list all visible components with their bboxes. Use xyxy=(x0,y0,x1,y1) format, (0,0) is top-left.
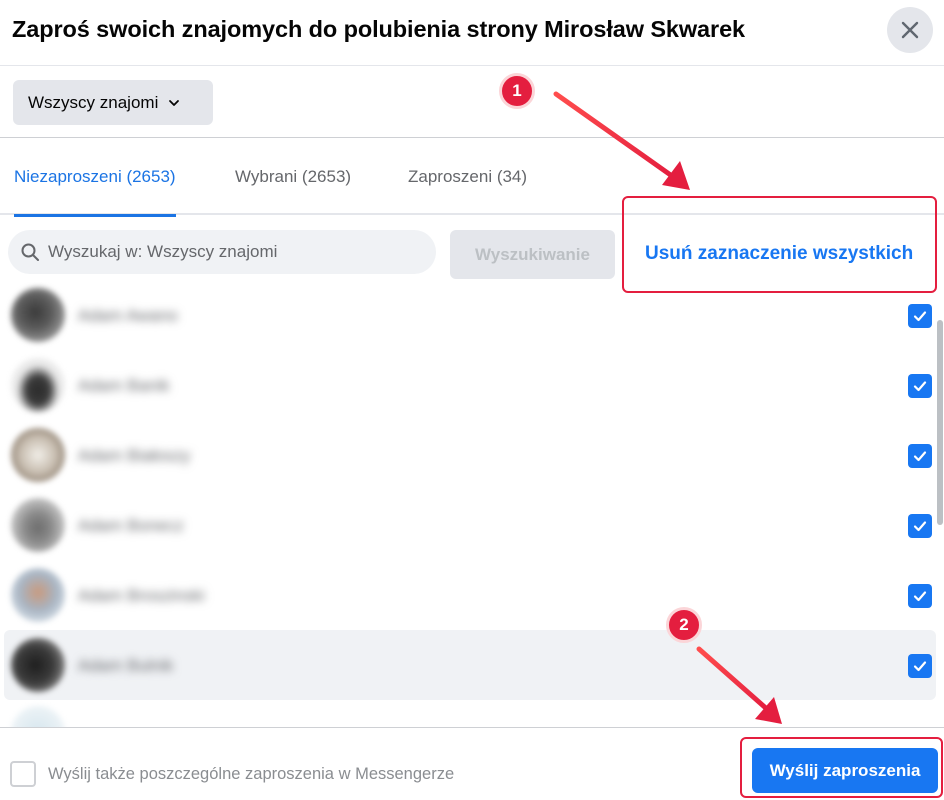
friend-checkbox[interactable] xyxy=(908,374,932,398)
friend-checkbox[interactable] xyxy=(908,514,932,538)
friend-name: Adam Białoszy xyxy=(78,446,191,465)
chevron-down-icon xyxy=(167,96,181,110)
annotation-badge-2: 2 xyxy=(666,607,702,643)
list-item[interactable]: Adam Białoszy xyxy=(0,422,936,492)
friends-list: Adam Awano Adam Banik Adam Białoszy Adam… xyxy=(0,282,944,727)
checkmark-icon xyxy=(912,308,928,324)
avatar xyxy=(11,498,65,552)
avatar xyxy=(11,288,65,342)
friends-filter-dropdown[interactable]: Wszyscy znajomi xyxy=(13,80,213,125)
close-button[interactable] xyxy=(887,7,933,53)
search-icon xyxy=(20,242,40,262)
checkmark-icon xyxy=(912,588,928,604)
close-icon xyxy=(899,19,921,41)
friend-name: Adam Bulnik xyxy=(78,656,174,675)
checkmark-icon xyxy=(912,518,928,534)
send-invites-button[interactable]: Wyślij zaproszenia xyxy=(752,748,938,793)
list-item[interactable]: Adam Banik xyxy=(0,352,936,422)
friend-name: Adam Banik xyxy=(78,376,170,395)
avatar xyxy=(11,638,65,692)
messenger-checkbox[interactable] xyxy=(10,761,36,787)
checkmark-icon xyxy=(912,378,928,394)
checkmark-icon xyxy=(912,448,928,464)
filter-row: Wszyscy znajomi xyxy=(0,66,944,138)
tab-not-invited[interactable]: Niezaproszeni (2653) xyxy=(14,138,176,217)
friend-name: Adam Bonecz xyxy=(78,516,184,535)
list-item[interactable]: Adam Bonecz xyxy=(0,492,936,562)
dialog-header: Zaproś swoich znajomych do polubienia st… xyxy=(0,0,944,66)
search-bar[interactable] xyxy=(8,230,436,274)
list-item[interactable]: Adam Awano xyxy=(0,282,936,352)
avatar xyxy=(11,358,65,412)
dialog-title: Zaproś swoich znajomych do polubienia st… xyxy=(12,16,746,42)
annotation-badge-1: 1 xyxy=(499,73,535,109)
list-item[interactable]: Adam Bulnik xyxy=(4,630,936,700)
scrollbar[interactable] xyxy=(937,320,943,525)
avatar xyxy=(11,706,65,727)
dropdown-label: Wszyscy znajomi xyxy=(28,92,159,112)
friend-name: Adam Awano xyxy=(78,306,178,325)
deselect-all-button[interactable]: Usuń zaznaczenie wszystkich xyxy=(645,243,913,265)
avatar xyxy=(11,428,65,482)
checkmark-icon xyxy=(912,658,928,674)
list-item[interactable]: Adam Broszinski xyxy=(0,562,936,632)
tab-invited[interactable]: Zaproszeni (34) xyxy=(408,138,527,215)
friend-name: Adam Broszinski xyxy=(78,586,205,605)
search-input[interactable] xyxy=(48,242,408,262)
messenger-checkbox-label: Wyślij także poszczególne zaproszenia w … xyxy=(48,765,455,783)
friend-checkbox[interactable] xyxy=(908,444,932,468)
search-button[interactable]: Wyszukiwanie xyxy=(450,230,615,279)
dialog-footer: Wyślij także poszczególne zaproszenia w … xyxy=(0,727,944,800)
friend-checkbox[interactable] xyxy=(908,584,932,608)
list-item[interactable] xyxy=(0,702,936,727)
tab-selected[interactable]: Wybrani (2653) xyxy=(235,138,351,215)
friend-checkbox[interactable] xyxy=(908,304,932,328)
avatar xyxy=(11,568,65,622)
friend-checkbox[interactable] xyxy=(908,654,932,678)
